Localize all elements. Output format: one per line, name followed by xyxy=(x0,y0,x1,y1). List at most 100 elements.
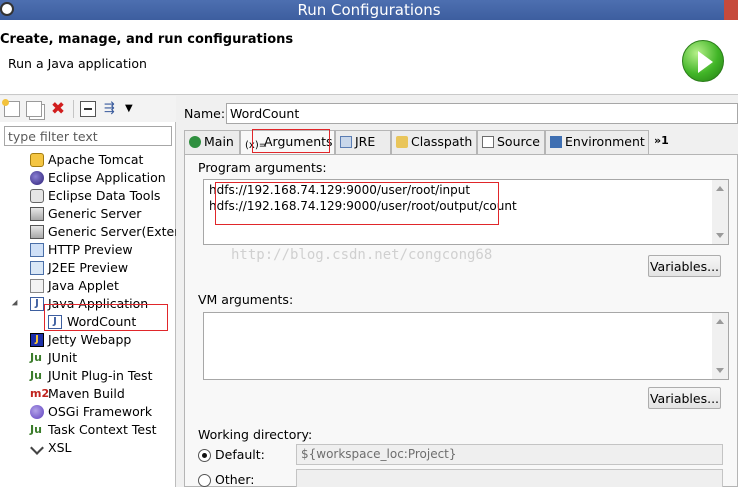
tree-item-label: Generic Server(Extern xyxy=(48,224,176,239)
name-field[interactable] xyxy=(226,103,738,124)
tree-item-junit-plugin-test[interactable]: Ju JUnit Plug-in Test xyxy=(0,367,176,385)
duplicate-icon[interactable] xyxy=(26,101,42,117)
maven-icon: m2 xyxy=(30,387,50,400)
tree-item-java-applet[interactable]: Java Applet xyxy=(0,277,176,295)
tab-environment[interactable]: Environment xyxy=(545,130,649,154)
tree-item-label: Jetty Webapp xyxy=(48,332,132,347)
j2ee-icon xyxy=(30,261,44,275)
program-args-line: hdfs://192.168.74.129:9000/user/root/inp… xyxy=(209,183,471,197)
tree-item-j2ee-preview[interactable]: J2EE Preview xyxy=(0,259,176,277)
tree-item-http-preview[interactable]: HTTP Preview xyxy=(0,241,176,259)
program-args-line: hdfs://192.168.74.129:9000/user/root/out… xyxy=(209,199,517,213)
vertical-scrollbar[interactable] xyxy=(712,180,728,244)
tree-item-junit[interactable]: Ju JUnit xyxy=(0,349,176,367)
config-editor-pane: Name: Main (x)=Arguments JRE Classpath S… xyxy=(178,96,738,487)
tree-item-jetty-webapp[interactable]: J Jetty Webapp xyxy=(0,331,176,349)
tree-item-label: HTTP Preview xyxy=(48,242,133,257)
close-window-button[interactable] xyxy=(724,0,738,20)
title-bar: Run Configurations xyxy=(0,0,738,20)
tree-item-label: Java Application xyxy=(48,296,149,311)
watermark: http://blog.csdn.net/congcong68 xyxy=(231,247,493,263)
osgi-icon xyxy=(30,405,44,419)
working-directory-label: Working directory: xyxy=(198,427,313,442)
tab-arguments[interactable]: (x)=Arguments xyxy=(240,130,335,155)
window-title: Run Configurations xyxy=(297,1,441,19)
run-icon xyxy=(682,40,724,82)
vm-variables-button[interactable]: Variables... xyxy=(648,387,721,409)
tree-item-xsl[interactable]: XSL xyxy=(0,439,176,457)
default-radio[interactable] xyxy=(198,449,211,462)
new-config-icon[interactable] xyxy=(2,99,20,117)
jre-tab-icon xyxy=(340,136,352,148)
tab-label: Environment xyxy=(565,134,645,149)
tree-item-label: J2EE Preview xyxy=(48,260,129,275)
applet-icon xyxy=(30,279,44,293)
tab-label: Source xyxy=(497,134,540,149)
program-arguments-label: Program arguments: xyxy=(198,160,327,175)
tree-item-label: XSL xyxy=(48,440,72,455)
tree-item-eclipse-application[interactable]: Eclipse Application xyxy=(0,169,176,187)
banner-subheading: Run a Java application xyxy=(8,56,147,71)
tab-jre[interactable]: JRE xyxy=(335,130,391,154)
tab-label: Arguments xyxy=(264,134,333,149)
eclipse-icon xyxy=(30,171,44,185)
config-list-pane: ✖ ⇶ ▼ Apache Tomcat Eclipse Application … xyxy=(0,96,176,487)
tree-item-maven-build[interactable]: m2 Maven Build xyxy=(0,385,176,403)
tab-label: JRE xyxy=(355,134,376,149)
collapse-all-icon[interactable] xyxy=(80,101,96,117)
source-tab-icon xyxy=(482,136,494,148)
tree-item-label: Apache Tomcat xyxy=(48,152,144,167)
tree-item-apache-tomcat[interactable]: Apache Tomcat xyxy=(0,151,176,169)
name-label: Name: xyxy=(184,106,226,121)
tree-item-label: JUnit xyxy=(48,350,78,365)
tab-label: Classpath xyxy=(411,134,473,149)
vm-arguments-textarea[interactable] xyxy=(203,312,729,380)
delete-icon[interactable]: ✖ xyxy=(50,101,66,118)
program-variables-button[interactable]: Variables... xyxy=(648,255,721,277)
environment-tab-icon xyxy=(550,136,562,148)
other-radio[interactable] xyxy=(198,474,211,487)
other-radio-label: Other: xyxy=(215,472,255,487)
tree-item-label: Eclipse Data Tools xyxy=(48,188,161,203)
junit-icon: Ju xyxy=(30,351,42,364)
default-directory-field: ${workspace_loc:Project} xyxy=(296,444,723,465)
tree-item-wordcount[interactable]: J WordCount xyxy=(0,313,176,331)
tree-item-task-context-test[interactable]: Ju Task Context Test xyxy=(0,421,176,439)
program-arguments-textarea[interactable]: hdfs://192.168.74.129:9000/user/root/inp… xyxy=(203,179,729,245)
tomcat-icon xyxy=(30,153,44,167)
tree-item-eclipse-data-tools[interactable]: Eclipse Data Tools xyxy=(0,187,176,205)
tab-classpath[interactable]: Classpath xyxy=(391,130,477,154)
main-tab-icon xyxy=(189,136,201,148)
default-radio-label: Default: xyxy=(215,447,265,462)
classpath-tab-icon xyxy=(396,136,408,148)
junit-icon: Ju xyxy=(30,369,42,382)
server-icon xyxy=(30,225,44,239)
view-menu-icon[interactable]: ▼ xyxy=(125,101,135,117)
tree-item-osgi-framework[interactable]: OSGi Framework xyxy=(0,403,176,421)
tree-item-label: Eclipse Application xyxy=(48,170,166,185)
tree-item-label: OSGi Framework xyxy=(48,404,153,419)
filter-icon[interactable]: ⇶ xyxy=(104,101,120,117)
data-tools-icon xyxy=(30,189,44,203)
expand-toggle-icon[interactable] xyxy=(11,299,21,309)
config-tabs: Main (x)=Arguments JRE Classpath Source … xyxy=(184,130,738,155)
http-icon xyxy=(30,243,44,257)
server-icon xyxy=(30,207,44,221)
toolbar-separator xyxy=(73,100,74,118)
dialog-banner: Create, manage, and run configurations R… xyxy=(0,20,738,95)
tree-item-java-application[interactable]: J Java Application xyxy=(0,295,176,313)
tree-item-label: JUnit Plug-in Test xyxy=(48,368,153,383)
tab-label: Main xyxy=(204,134,234,149)
tree-item-generic-server[interactable]: Generic Server xyxy=(0,205,176,223)
other-directory-field[interactable] xyxy=(296,469,723,487)
tab-source[interactable]: Source xyxy=(477,130,545,154)
tree-item-generic-server-external[interactable]: Generic Server(Extern xyxy=(0,223,176,241)
tree-item-label: Maven Build xyxy=(48,386,125,401)
junit-icon: Ju xyxy=(30,423,42,436)
tab-main[interactable]: Main xyxy=(184,130,240,154)
vertical-scrollbar[interactable] xyxy=(712,313,728,379)
filter-input[interactable] xyxy=(4,126,172,146)
more-tabs-button[interactable]: »1 xyxy=(654,130,669,154)
java-app-icon: J xyxy=(48,315,62,329)
arguments-panel: Program arguments: hdfs://192.168.74.129… xyxy=(184,154,738,487)
